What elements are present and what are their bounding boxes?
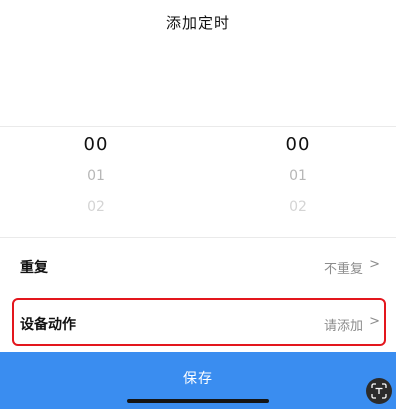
minute-selected[interactable]: 00	[258, 134, 338, 155]
device-action-label: 设备动作	[20, 317, 76, 333]
repeat-value: 不重复	[323, 262, 363, 277]
hour-option[interactable]: 02	[56, 199, 136, 215]
home-indicator	[127, 399, 269, 403]
minute-option[interactable]: 02	[258, 199, 338, 215]
repeat-row[interactable]: 重复 不重复 >	[0, 237, 396, 295]
scan-text-button[interactable]	[366, 378, 392, 404]
time-picker[interactable]: 00 01 02 00 01 02	[0, 126, 396, 238]
repeat-label: 重复	[20, 260, 48, 276]
device-action-value: 请添加	[323, 319, 363, 334]
scan-text-icon	[371, 383, 387, 399]
minute-option[interactable]: 01	[258, 168, 338, 184]
page-title: 添加定时	[165, 14, 230, 32]
hour-option[interactable]: 01	[56, 168, 136, 184]
chevron-right-icon: >	[369, 314, 380, 329]
hour-selected[interactable]: 00	[56, 134, 136, 155]
device-action-row[interactable]: 设备动作 请添加 >	[0, 294, 396, 352]
chevron-right-icon: >	[369, 257, 380, 272]
